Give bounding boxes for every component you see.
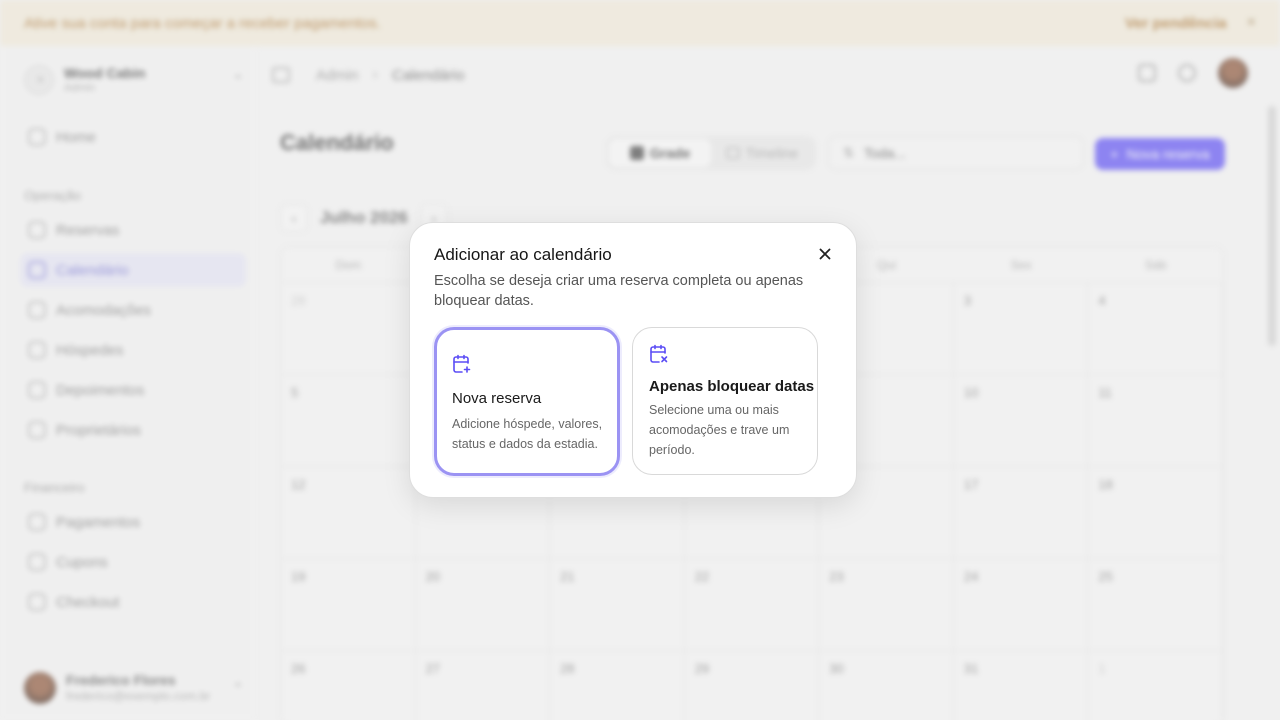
option-block-dates[interactable]: Apenas bloquear datas Selecione uma ou m… <box>632 327 818 475</box>
calendar-x-icon <box>649 344 669 369</box>
option-new-reservation[interactable]: Nova reserva Adicione hóspede, valores, … <box>434 327 620 476</box>
add-to-calendar-dialog: Adicionar ao calendário Escolha se desej… <box>409 222 857 498</box>
calendar-plus-icon <box>452 354 472 379</box>
option-title: Apenas bloquear datas <box>649 378 815 395</box>
close-icon[interactable] <box>816 245 834 263</box>
option-description: Selecione uma ou mais acomodações e trav… <box>649 403 790 457</box>
option-description: Adicione hóspede, valores, status e dado… <box>452 417 603 451</box>
dialog-title: Adicionar ao calendário <box>434 245 612 264</box>
dialog-description: Escolha se deseja criar uma reserva comp… <box>434 273 804 309</box>
option-title: Nova reserva <box>452 390 542 407</box>
